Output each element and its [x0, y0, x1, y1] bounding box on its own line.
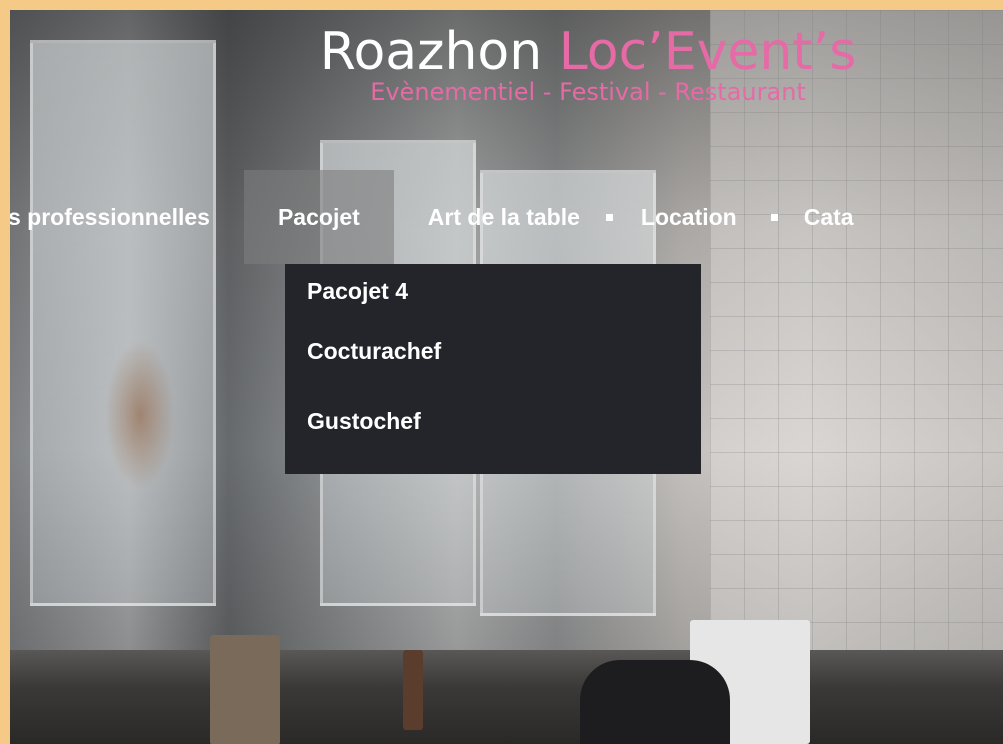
hero-background: Roazhon Loc’Event’s Evènementiel - Festi… — [10, 10, 1003, 744]
nav-item-professionnelles[interactable]: s professionnelles — [10, 170, 244, 264]
page-frame: Roazhon Loc’Event’s Evènementiel - Festi… — [0, 0, 1003, 744]
logo-title-white: Roazhon — [319, 22, 543, 82]
background-dark-object — [580, 660, 730, 744]
dropdown-item-gustochef[interactable]: Gustochef — [285, 396, 701, 466]
main-nav: s professionnelles Pacojet Art de la tab… — [10, 170, 854, 264]
background-counter — [10, 650, 1003, 744]
dropdown-item-cocturachef[interactable]: Cocturachef — [285, 326, 701, 396]
logo-title-pink: Loc’Event’s — [558, 22, 857, 82]
background-plant — [105, 340, 175, 490]
nav-separator — [770, 214, 778, 221]
nav-item-catalogue[interactable]: Cata — [778, 170, 854, 264]
nav-item-pacojet[interactable]: Pacojet — [243, 170, 394, 264]
background-tiles — [710, 10, 1003, 650]
site-logo[interactable]: Roazhon Loc’Event’s Evènementiel - Festi… — [288, 22, 888, 106]
nav-separator — [605, 214, 613, 221]
logo-title: Roazhon Loc’Event’s — [288, 22, 888, 82]
background-bottle — [403, 650, 423, 730]
nav-item-location[interactable]: Location — [613, 170, 771, 264]
background-window-left — [30, 40, 216, 606]
dropdown-item-pacojet-4[interactable]: Pacojet 4 — [285, 266, 701, 326]
background-pot — [210, 635, 280, 744]
pacojet-dropdown-menu: Pacojet 4 Cocturachef Gustochef — [285, 264, 701, 474]
logo-tagline: Evènementiel - Festival - Restaurant — [370, 78, 806, 106]
nav-item-art-de-la-table[interactable]: Art de la table — [394, 170, 606, 264]
